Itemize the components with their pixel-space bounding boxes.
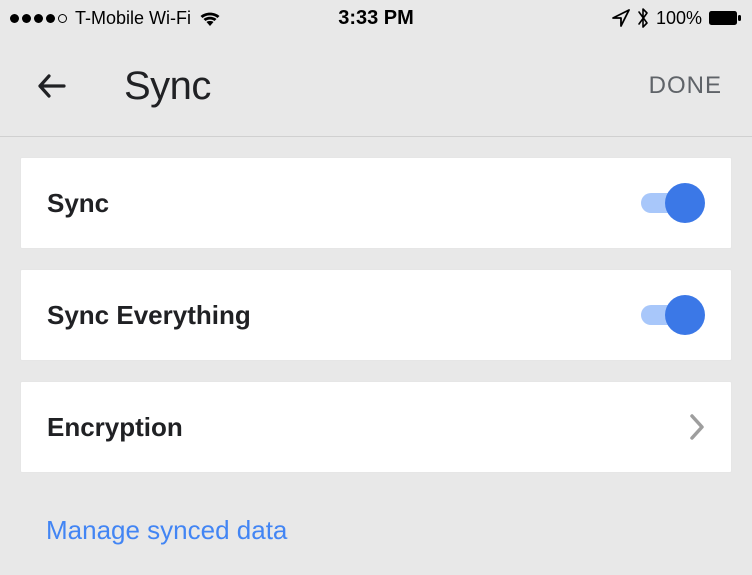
sync-everything-toggle[interactable] [641, 295, 705, 335]
back-arrow-icon [34, 68, 70, 104]
back-button[interactable] [30, 64, 74, 108]
battery-icon [708, 10, 742, 26]
status-bar: T-Mobile Wi-Fi 3:33 PM 100% [0, 0, 752, 36]
chevron-right-icon [689, 413, 705, 441]
app-header: Sync DONE [0, 36, 752, 136]
sync-everything-label: Sync Everything [47, 300, 251, 331]
bluetooth-icon [636, 7, 650, 29]
page-title: Sync [124, 64, 211, 109]
sync-everything-row[interactable]: Sync Everything [20, 269, 732, 361]
done-button[interactable]: DONE [649, 72, 722, 100]
status-bar-right: 100% [612, 7, 742, 29]
encryption-label: Encryption [47, 412, 183, 443]
manage-synced-data-link[interactable]: Manage synced data [20, 493, 732, 546]
sync-toggle[interactable] [641, 183, 705, 223]
signal-strength-icon [10, 14, 67, 23]
sync-label: Sync [47, 188, 109, 219]
sync-row[interactable]: Sync [20, 157, 732, 249]
settings-list: Sync Sync Everything Encryption Manage s… [0, 137, 752, 546]
carrier-label: T-Mobile Wi-Fi [75, 8, 191, 29]
battery-percent: 100% [656, 8, 702, 29]
encryption-row[interactable]: Encryption [20, 381, 732, 473]
wifi-icon [199, 9, 221, 27]
status-bar-left: T-Mobile Wi-Fi [10, 8, 221, 29]
status-bar-time: 3:33 PM [338, 7, 414, 30]
location-icon [612, 9, 630, 27]
